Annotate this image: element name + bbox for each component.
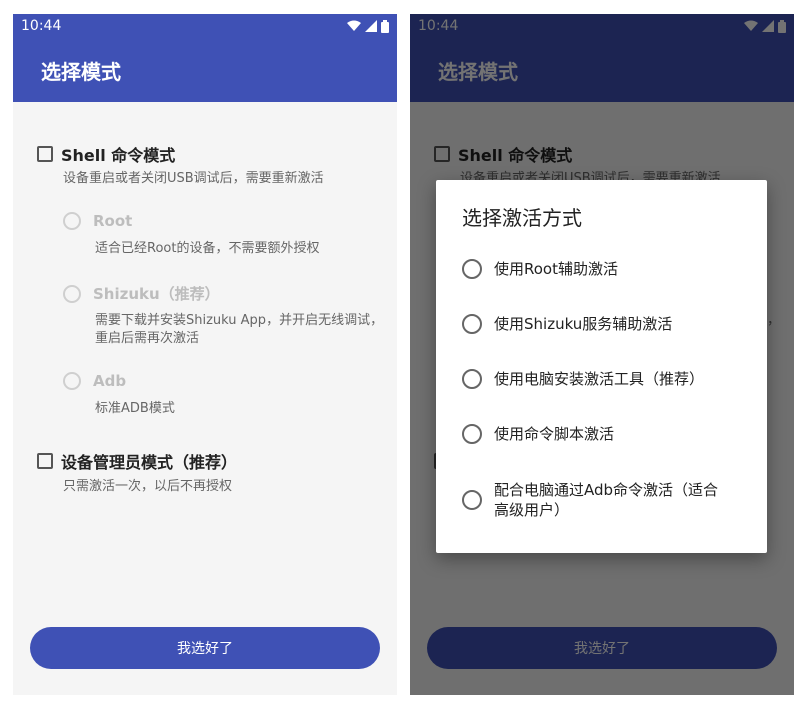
status-bar: 10:44 bbox=[13, 14, 397, 38]
radio-icon bbox=[462, 490, 482, 510]
option-label: 使用命令脚本激活 bbox=[494, 425, 615, 443]
checkbox-icon bbox=[37, 146, 53, 162]
option-root-activate[interactable]: 使用Root辅助激活 bbox=[462, 259, 752, 279]
radio-icon bbox=[462, 314, 482, 334]
device-admin-desc: 只需激活一次，以后不再授权 bbox=[63, 479, 233, 494]
radio-shizuku[interactable]: Shizuku（推荐） bbox=[63, 283, 220, 304]
device-admin-label: 设备管理员模式（推荐） bbox=[61, 453, 238, 472]
option-pc-tool-activate[interactable]: 使用电脑安装激活工具（推荐） bbox=[462, 369, 752, 389]
radio-adb-label: Adb bbox=[93, 372, 127, 390]
checkbox-icon bbox=[37, 453, 53, 469]
radio-shizuku-desc: 需要下载并安装Shizuku App，并开启无线调试，重启后需再次激活 bbox=[95, 313, 384, 346]
signal-icon bbox=[365, 20, 377, 32]
option-label: 使用Shizuku服务辅助激活 bbox=[494, 315, 673, 333]
mode-selection-screen-dialog: 10:44 选择模式 Shell 命令模式 设备重启或者关闭USB调试后，需要重… bbox=[410, 14, 794, 695]
radio-icon bbox=[462, 259, 482, 279]
option-adb-activate[interactable]: 配合电脑通过Adb命令激活（适合高级用户） bbox=[462, 480, 732, 520]
option-shizuku-activate[interactable]: 使用Shizuku服务辅助激活 bbox=[462, 314, 752, 334]
option-label: 配合电脑通过Adb命令激活（适合高级用户） bbox=[494, 481, 719, 519]
device-admin-checkbox[interactable]: 设备管理员模式（推荐） bbox=[37, 449, 237, 473]
radio-icon bbox=[63, 212, 81, 230]
radio-root[interactable]: Root bbox=[63, 212, 132, 230]
shell-mode-desc: 设备重启或者关闭USB调试后，需要重新激活 bbox=[63, 171, 324, 186]
mode-selection-screen: 10:44 选择模式 Shell 命令模式 设备重启或者关闭USB调试后，需要重… bbox=[13, 14, 397, 695]
radio-adb[interactable]: Adb bbox=[63, 372, 126, 390]
radio-icon bbox=[462, 424, 482, 444]
radio-icon bbox=[63, 284, 81, 303]
wifi-icon bbox=[347, 20, 361, 31]
status-icons bbox=[347, 19, 389, 33]
status-time: 10:44 bbox=[21, 18, 62, 34]
activation-method-dialog: 选择激活方式 使用Root辅助激活 使用Shizuku服务辅助激活 使用电脑安装… bbox=[436, 180, 767, 553]
battery-icon bbox=[381, 19, 389, 33]
shell-mode-checkbox[interactable]: Shell 命令模式 bbox=[37, 142, 175, 166]
option-label: 使用Root辅助激活 bbox=[494, 260, 618, 278]
content-area: Shell 命令模式 设备重启或者关闭USB调试后，需要重新激活 Root 适合… bbox=[13, 102, 397, 695]
option-script-activate[interactable]: 使用命令脚本激活 bbox=[462, 424, 752, 444]
dialog-title: 选择激活方式 bbox=[462, 206, 582, 230]
app-bar: 选择模式 bbox=[13, 38, 397, 102]
radio-adb-desc: 标准ADB模式 bbox=[95, 401, 175, 416]
shell-mode-label: Shell 命令模式 bbox=[61, 146, 176, 165]
radio-shizuku-label: Shizuku（推荐） bbox=[93, 285, 220, 303]
confirm-button[interactable]: 我选好了 bbox=[30, 627, 380, 669]
radio-root-label: Root bbox=[93, 212, 133, 230]
radio-icon bbox=[63, 372, 81, 390]
option-label: 使用电脑安装激活工具（推荐） bbox=[494, 370, 705, 388]
page-title: 选择模式 bbox=[41, 59, 121, 84]
radio-icon bbox=[462, 369, 482, 389]
radio-root-desc: 适合已经Root的设备，不需要额外授权 bbox=[95, 241, 320, 256]
